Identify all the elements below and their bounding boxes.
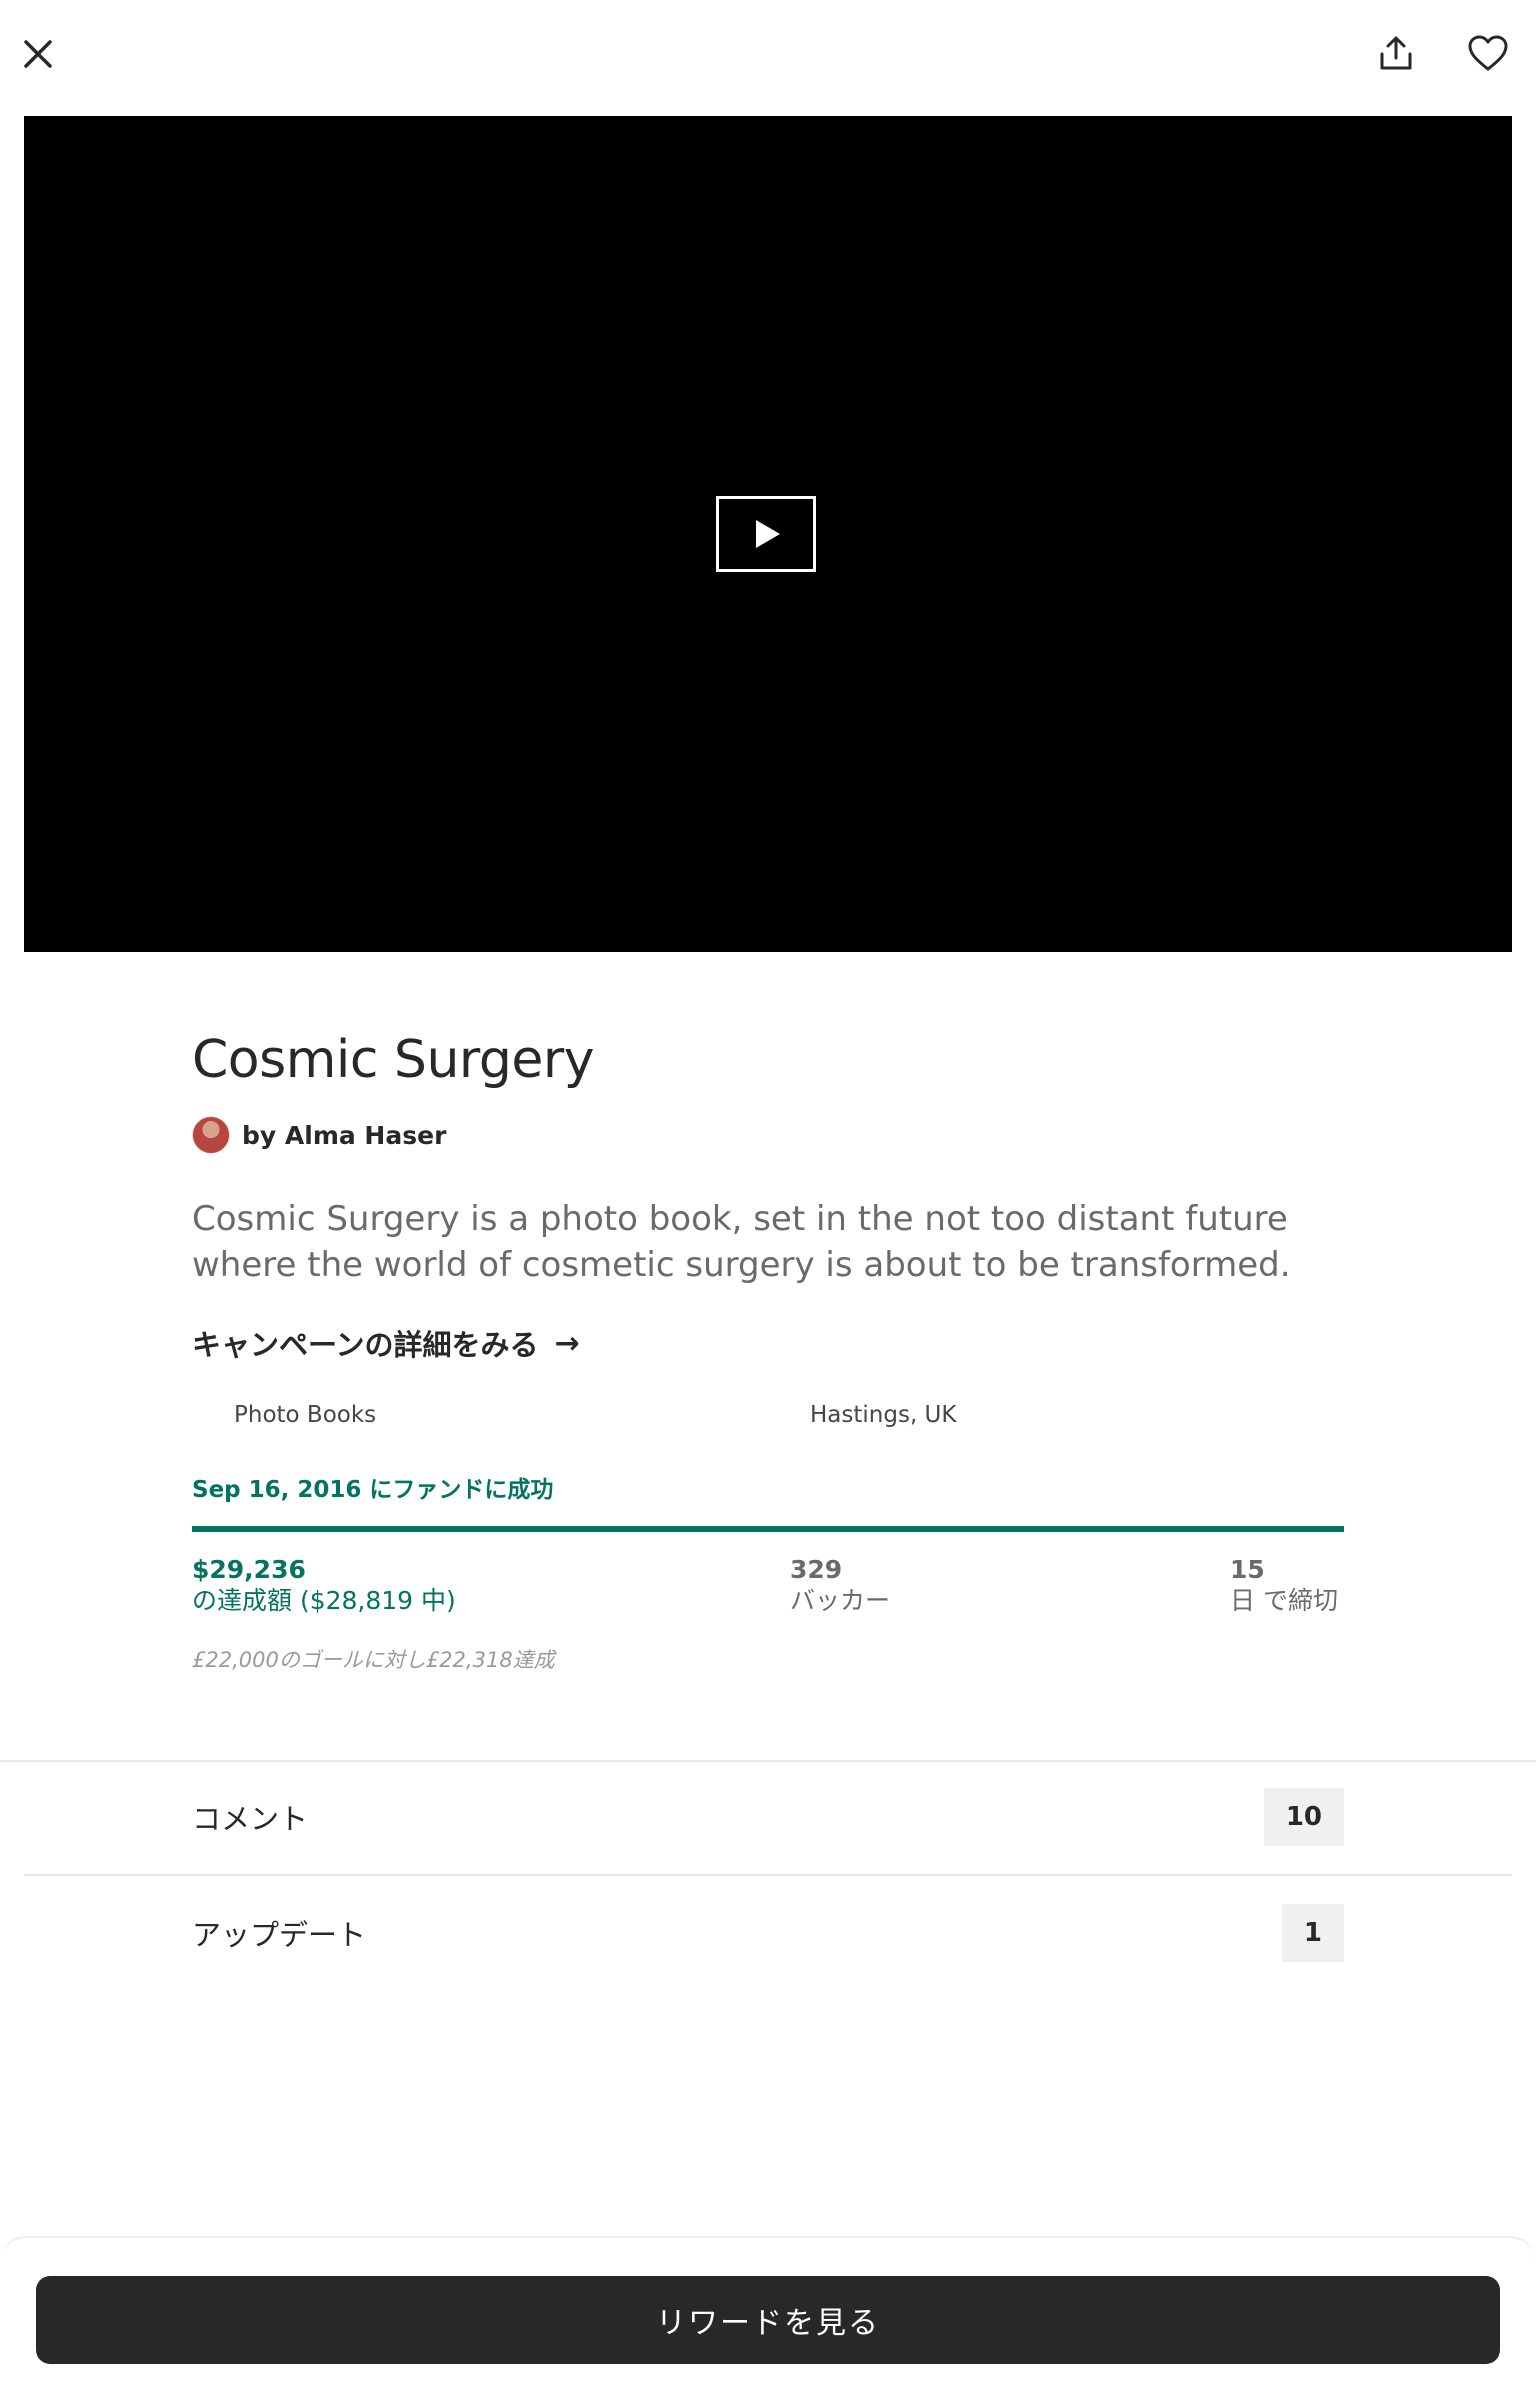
pledged-amount: $29,236 [192, 1555, 306, 1584]
backers-stat: 329 バッカー [790, 1554, 890, 1616]
share-icon [1380, 36, 1412, 70]
funded-status: Sep 16, 2016 にファンドに成功 [192, 1477, 554, 1503]
funding-stats: $29,236 の達成額 ($28,819 中) 329 バッカー 15 日 で… [192, 1554, 1344, 1618]
project-blurb: Cosmic Surgery is a photo book, set in t… [192, 1199, 1291, 1285]
backers-label: バッカー [790, 1586, 891, 1615]
arrow-right-icon: → [554, 1325, 580, 1361]
updates-count-badge: 1 [1281, 1904, 1344, 1962]
project-info: Cosmic Surgery by Alma Haser Cosmic Surg… [192, 1030, 1344, 1674]
divider [24, 1874, 1512, 1876]
campaign-details-link[interactable]: キャンペーンの詳細をみる → [192, 1322, 580, 1364]
location-tag[interactable]: Hastings, UK [810, 1402, 956, 1428]
days-label: 日 で締切 [1230, 1586, 1338, 1615]
heart-icon [1468, 35, 1508, 71]
close-icon [24, 40, 52, 68]
days-stat: 15 日 で締切 [1230, 1554, 1338, 1616]
campaign-details-label: キャンペーンの詳細をみる [192, 1328, 539, 1362]
goal-note: £22,000のゴールに対し£22,318達成 [192, 1648, 555, 1672]
top-bar [0, 0, 1536, 110]
close-button[interactable] [8, 24, 68, 84]
updates-label: アップデート [192, 1918, 367, 1952]
video-player[interactable] [24, 116, 1512, 952]
project-tags: Photo Books Hastings, UK [192, 1402, 1344, 1442]
avatar [192, 1116, 230, 1154]
days-count: 15 [1230, 1555, 1265, 1584]
project-title: Cosmic Surgery [192, 1030, 595, 1090]
comments-row[interactable]: コメント 10 [192, 1762, 1344, 1872]
share-button[interactable] [1366, 24, 1426, 84]
play-button[interactable] [716, 496, 816, 572]
comments-count-badge: 10 [1263, 1788, 1344, 1846]
view-rewards-button[interactable]: リワードを見る [36, 2276, 1500, 2364]
creator-name: by Alma Haser [242, 1120, 447, 1150]
bottom-bar: リワードを見る [0, 2236, 1536, 2402]
creator[interactable]: by Alma Haser [192, 1116, 1344, 1154]
backers-count: 329 [790, 1555, 843, 1584]
play-icon [756, 520, 780, 548]
funding-progress-bar [192, 1526, 1344, 1532]
comments-label: コメント [192, 1802, 309, 1836]
favorite-button[interactable] [1458, 24, 1518, 84]
pledged-label: の達成額 ($28,819 中) [192, 1586, 456, 1615]
category-tag[interactable]: Photo Books [234, 1402, 376, 1428]
funding-progress-fill [192, 1526, 1344, 1532]
pledged-stat: $29,236 の達成額 ($28,819 中) [192, 1554, 456, 1616]
updates-row[interactable]: アップデート 1 [192, 1878, 1344, 1988]
